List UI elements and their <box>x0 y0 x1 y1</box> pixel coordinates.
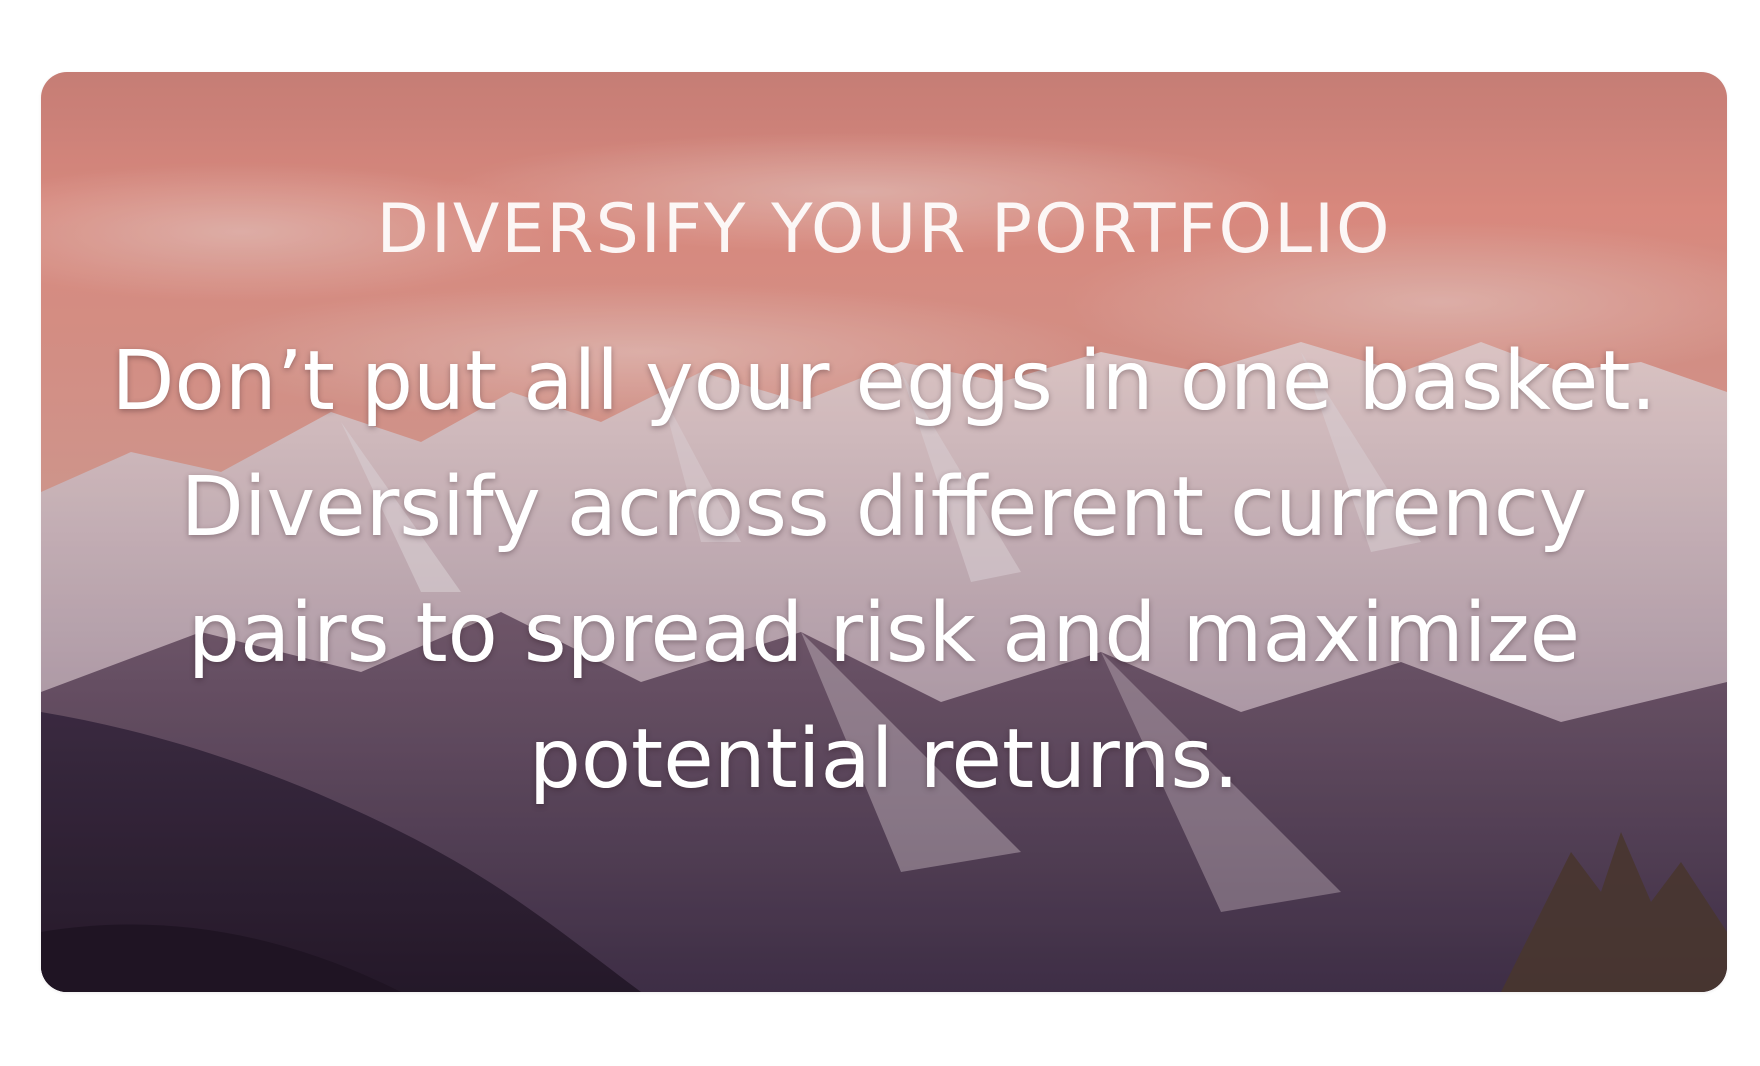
tip-eyebrow-title: DIVERSIFY YOUR PORTFOLIO <box>376 190 1392 269</box>
tip-message: Don’t put all your eggs in one basket. D… <box>111 334 1657 807</box>
tip-content: DIVERSIFY YOUR PORTFOLIO Don’t put all y… <box>41 72 1727 992</box>
tip-card[interactable]: DIVERSIFY YOUR PORTFOLIO Don’t put all y… <box>41 72 1727 992</box>
page: DIVERSIFY YOUR PORTFOLIO Don’t put all y… <box>0 0 1760 1066</box>
